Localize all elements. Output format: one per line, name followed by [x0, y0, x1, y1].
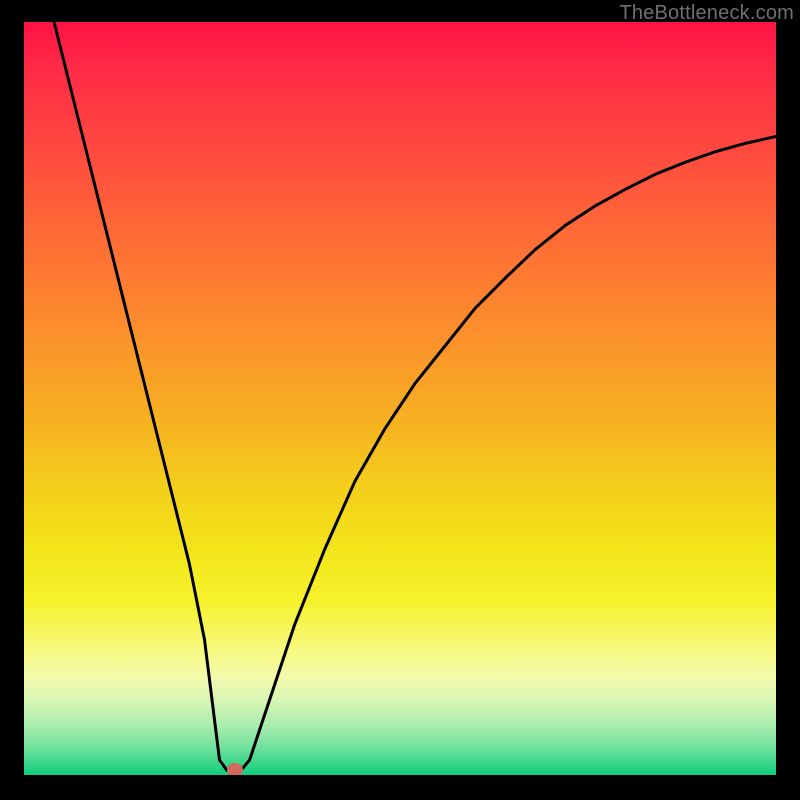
- chart-frame: TheBottleneck.com: [0, 0, 800, 800]
- bottleneck-curve: [24, 22, 776, 775]
- plot-area: [24, 22, 776, 775]
- minimum-marker: [227, 763, 243, 775]
- attribution-text: TheBottleneck.com: [619, 2, 794, 25]
